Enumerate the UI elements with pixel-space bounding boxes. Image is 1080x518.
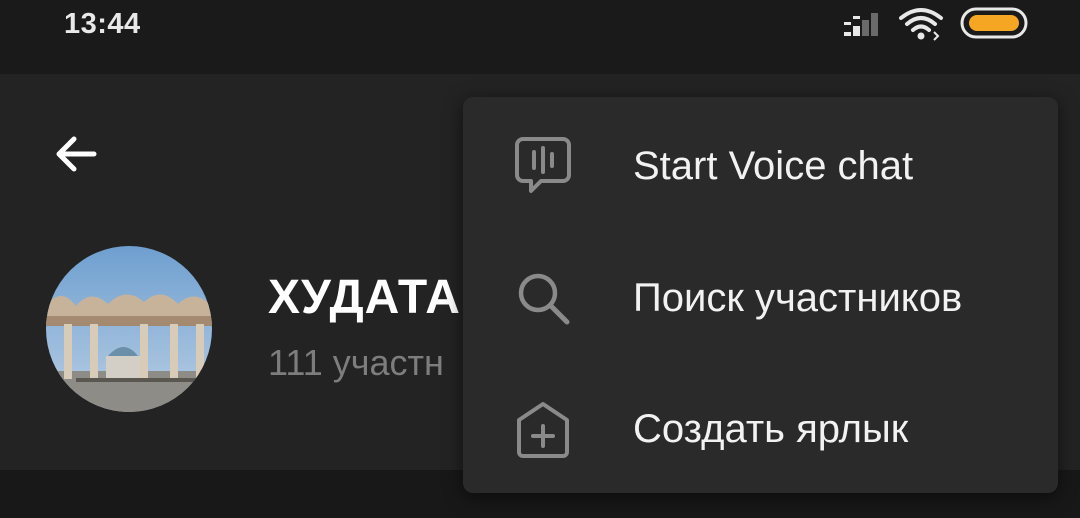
arrow-left-icon: [56, 136, 97, 172]
menu-item-label: Создать ярлык: [633, 407, 909, 451]
status-bar: 13:44: [0, 0, 1080, 74]
menu-item-label: Поиск участников: [633, 276, 963, 320]
signal-icon: [844, 13, 878, 36]
screen: 13:44 ХУДАТА 111 участн Start Voice chat…: [0, 0, 1080, 518]
chat-title[interactable]: ХУДАТА: [268, 270, 461, 325]
battery-icon: [960, 7, 1028, 39]
avatar[interactable]: [46, 246, 212, 412]
menu-item-search-members[interactable]: Поиск участников: [463, 231, 1058, 363]
search-icon: [511, 267, 575, 331]
member-count: 111 участн: [268, 342, 444, 383]
add-shortcut-icon: [511, 398, 575, 462]
voice-chat-icon: [511, 133, 575, 197]
menu-item-start-voice-chat[interactable]: Start Voice chat: [463, 99, 1058, 231]
overflow-menu: Start Voice chat Поиск участников Создат…: [463, 97, 1058, 493]
menu-item-label: Start Voice chat: [633, 144, 914, 188]
avatar-image: [46, 246, 212, 412]
status-time: 13:44: [64, 8, 141, 40]
wifi-icon: [899, 8, 943, 41]
menu-item-create-shortcut[interactable]: Создать ярлык: [463, 362, 1058, 494]
back-button[interactable]: [40, 118, 112, 190]
